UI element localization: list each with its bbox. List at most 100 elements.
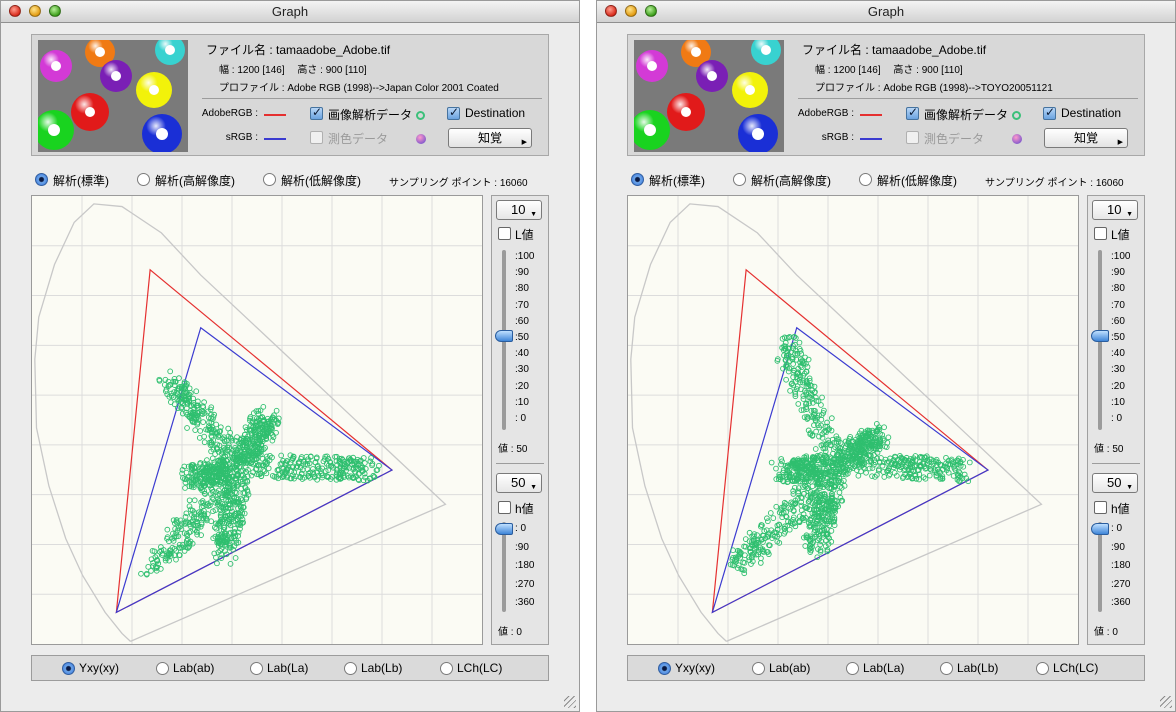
l-step-value: 10 [511,202,526,217]
mode-radio-0[interactable] [35,173,48,186]
mode-radio-2[interactable] [859,173,872,186]
l-slider-thumb[interactable] [1091,330,1109,342]
resize-grip-icon[interactable] [1160,696,1172,708]
chevron-down-icon: ▼ [530,211,537,218]
analysis-point [173,556,179,563]
l-step-popup[interactable]: 10 ▼ [1092,200,1138,220]
analysis-point [186,497,193,504]
h-slider-track[interactable] [502,522,506,612]
analysis-point [764,518,771,525]
measurement-checkbox[interactable] [906,131,919,144]
h-tick-label: :360 [515,597,535,608]
l-slider-thumb[interactable] [495,330,513,342]
divider [798,98,1138,99]
image-thumbnail [634,40,784,152]
analysis-point [260,403,267,410]
h-value-checkbox[interactable] [498,501,511,514]
h-tick-label: :360 [1111,597,1131,608]
rendering-intent-popup[interactable]: 知覚 ▶ [448,128,532,148]
image-analysis-label: 画像解析データ [924,108,1009,122]
analysis-point [273,407,280,414]
chromaticity-plot[interactable] [31,195,483,645]
analysis-point [191,497,198,504]
view-radio-3[interactable] [940,662,953,675]
l-step-popup[interactable]: 10 ▼ [496,200,542,220]
title-bar[interactable]: Graph [597,1,1175,23]
measurement-marker-icon [416,134,426,144]
view-label-1: Lab(ab) [173,661,215,675]
image-thumbnail [38,40,188,152]
l-value-checkbox[interactable] [498,227,511,240]
l-value-readout: 値 : 50 [498,444,528,455]
l-tick-label: :40 [1111,348,1125,360]
image-analysis-checkbox[interactable] [906,105,919,120]
mode-label-1: 解析(高解像度) [155,174,235,188]
mode-radio-2[interactable] [263,173,276,186]
mode-radio-1[interactable] [137,173,150,186]
analysis-point [138,570,144,577]
h-step-popup[interactable]: 50 ▼ [1092,473,1138,493]
l-tick-label: : 0 [1111,413,1123,424]
analysis-point [145,563,152,570]
rendering-intent-value: 知覚 [477,131,502,145]
legend-srgb-label: sRGB : [821,132,854,143]
view-radio-2[interactable] [846,662,859,675]
h-tick-label: :270 [515,578,535,590]
h-step-popup[interactable]: 50 ▼ [496,473,542,493]
mode-radio-0[interactable] [631,173,644,186]
view-radio-3[interactable] [344,662,357,675]
l-tick-label: :80 [1111,283,1125,295]
h-slider-thumb[interactable] [1091,523,1109,535]
l-tick-label: :50 [1111,332,1125,343]
measurement-checkbox[interactable] [310,131,323,144]
destination-checkbox[interactable] [1043,105,1056,120]
analysis-point [802,354,808,361]
view-label-1: Lab(ab) [769,661,811,675]
h-slider-thumb[interactable] [495,523,513,535]
view-radio-1[interactable] [752,662,765,675]
view-radio-2[interactable] [250,662,263,675]
rendering-intent-popup[interactable]: 知覚 ▶ [1044,128,1128,148]
l-tick-label: :20 [1111,380,1125,392]
image-analysis-checkbox[interactable] [310,105,323,120]
chromaticity-plot[interactable] [627,195,1079,645]
l-value-checkbox[interactable] [1094,227,1107,240]
destination-checkbox[interactable] [447,105,460,120]
legend-srgb-line [264,138,286,140]
file-name: ファイル名 : tamaadobe_Adobe.tif [802,43,987,57]
resize-grip-icon[interactable] [564,696,576,708]
mode-label-1: 解析(高解像度) [751,174,831,188]
analysis-point [886,472,892,479]
h-value-readout: 値 : 0 [1094,627,1118,638]
sampling-points: サンプリング ポイント : 16060 [389,178,528,189]
view-radio-4[interactable] [1036,662,1049,675]
window-title: Graph [867,4,905,19]
h-value-checkbox[interactable] [1094,501,1107,514]
analysis-point [836,489,843,496]
view-radio-4[interactable] [440,662,453,675]
analysis-point [767,510,774,516]
view-radio-0[interactable] [62,662,75,675]
l-tick-label: :20 [515,380,529,392]
view-radio-1[interactable] [156,662,169,675]
title-bar[interactable]: Graph [1,1,579,23]
h-slider-track[interactable] [1098,522,1102,612]
destination-label: Destination [465,106,526,120]
image-analysis-label: 画像解析データ [328,108,413,122]
view-mode-bar: Yxy(xy) Lab(ab) Lab(La) Lab(Lb) LCh(LC) [627,655,1145,681]
view-radio-0[interactable] [658,662,671,675]
analysis-point [881,424,887,431]
l-value-readout: 値 : 50 [1094,444,1124,455]
chevron-down-icon: ▼ [1126,211,1133,218]
analysis-point [184,425,190,431]
measurement-label: 測色データ [924,132,985,146]
l-step-value: 10 [1107,202,1122,217]
mode-radio-1[interactable] [733,173,746,186]
h-tick-label: :180 [515,560,535,571]
mode-label-2: 解析(低解像度) [877,174,957,188]
h-tick-label: : 0 [1111,523,1123,534]
analysis-point [966,459,973,466]
h-value-readout: 値 : 0 [498,627,522,638]
l-value-label: L値 [515,228,534,242]
slider-panel: 10 ▼ L値 :100:90:80:70:60:50:40:30:20:10:… [1087,195,1145,645]
